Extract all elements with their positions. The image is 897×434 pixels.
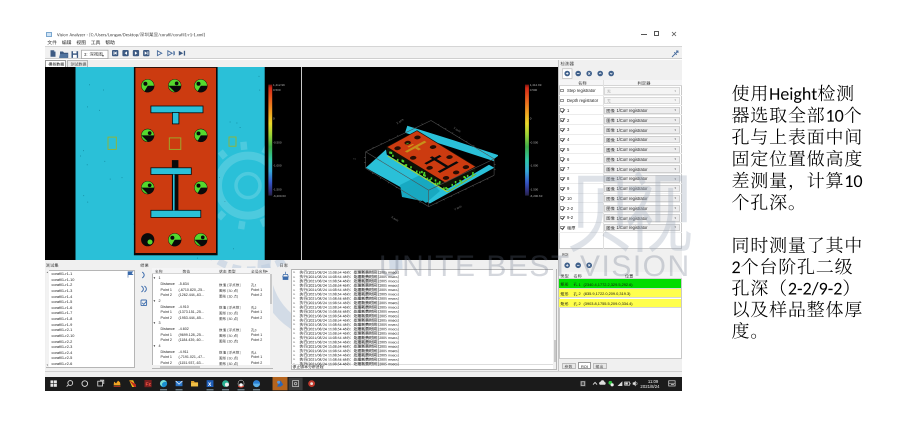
svg-text:Z: Z xyxy=(352,158,356,160)
svg-text:0.500: 0.500 xyxy=(273,88,281,92)
svg-text:-6,200.63: -6,200.63 xyxy=(529,194,542,198)
svg-text:0.500: 0.500 xyxy=(529,88,537,92)
svg-text:-1.000: -1.000 xyxy=(273,164,282,168)
svg-text:1,412.99: 1,412.99 xyxy=(273,83,285,87)
svg-text:1,412.99: 1,412.99 xyxy=(529,83,541,87)
svg-text:-0.500: -0.500 xyxy=(529,141,538,145)
svg-text:-6,200.63: -6,200.63 xyxy=(273,194,286,198)
svg-text:-1.000: -1.000 xyxy=(529,164,538,168)
svg-text:-0.500: -0.500 xyxy=(273,141,282,145)
svg-text:-1.500: -1.500 xyxy=(529,188,538,192)
svg-text:-1.500: -1.500 xyxy=(273,188,282,192)
svg-text:▾: ▾ xyxy=(102,53,104,58)
svg-text:2021/8/24: 2021/8/24 xyxy=(640,384,660,389)
svg-text:3:: 3: xyxy=(84,52,88,57)
svg-text:Fz: Fz xyxy=(145,382,151,388)
